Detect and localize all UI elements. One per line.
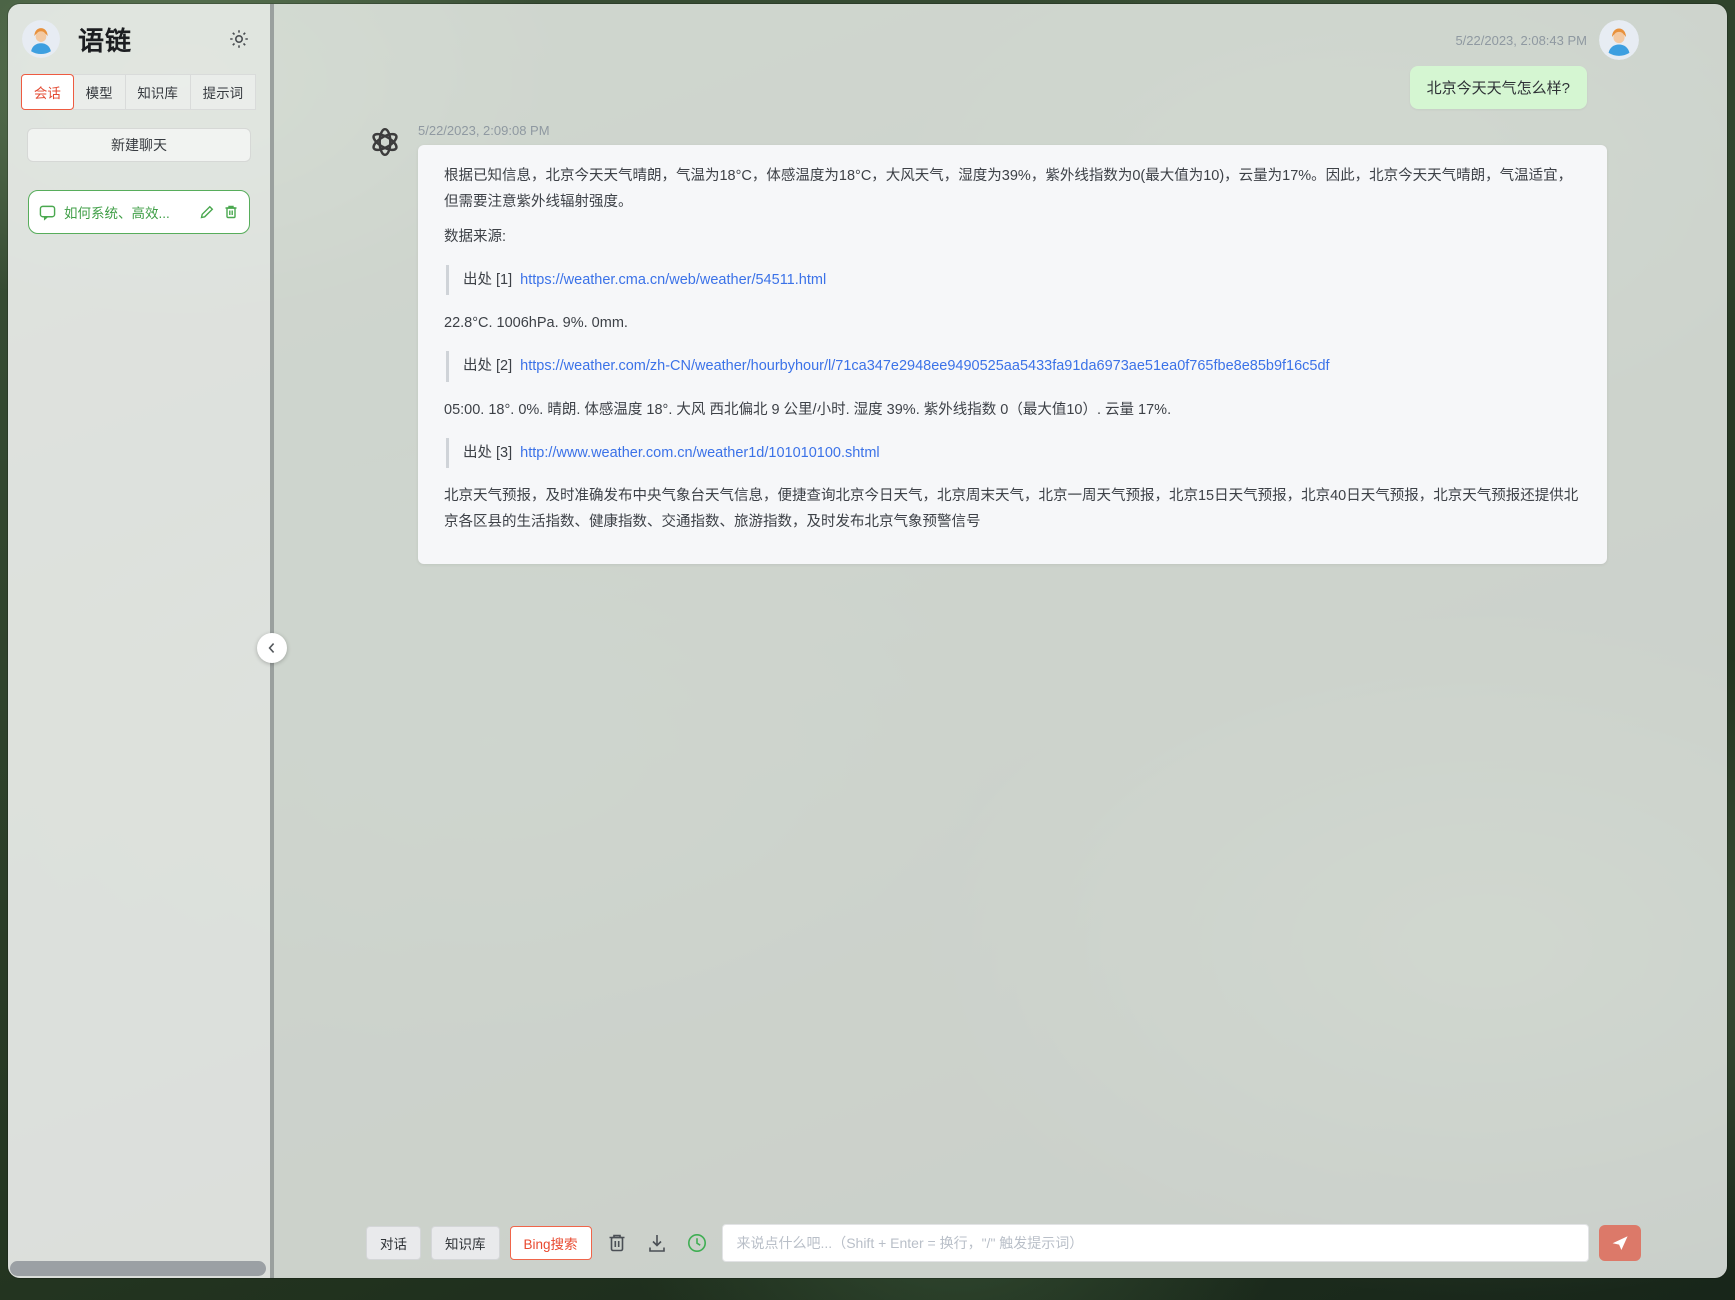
mode-button-bing-search[interactable]: Bing搜索 — [509, 1226, 592, 1260]
send-button[interactable] — [1599, 1225, 1641, 1261]
user-message-row: 5/22/2023, 2:08:43 PM 北京今天天气怎么样? — [274, 4, 1727, 109]
tab-models[interactable]: 模型 — [72, 74, 126, 110]
citation-1: 出处 [1] https://weather.cma.cn/web/weathe… — [446, 265, 1581, 296]
sidebar-collapse-button[interactable] — [257, 633, 287, 663]
delete-trash-icon[interactable] — [223, 204, 239, 220]
citation-2: 出处 [2] https://weather.com/zh-CN/weather… — [446, 351, 1581, 382]
citation-link[interactable]: http://www.weather.com.cn/weather1d/1010… — [520, 440, 879, 466]
composer-bar: 对话 知识库 Bing搜索 — [274, 1224, 1727, 1278]
conversation-list-item[interactable]: 如何系统、高效... — [28, 190, 250, 234]
assistant-message-row: 5/22/2023, 2:09:08 PM 根据已知信息，北京今天天气晴朗，气温… — [274, 109, 1727, 564]
tab-conversations[interactable]: 会话 — [21, 74, 74, 110]
assistant-message-timestamp: 5/22/2023, 2:09:08 PM — [418, 123, 550, 138]
citation-excerpt: 05:00. 18°. 0%. 晴朗. 体感温度 18°. 大风 西北偏北 9 … — [444, 401, 1172, 418]
new-chat-button[interactable]: 新建聊天 — [27, 128, 251, 162]
download-export-icon[interactable] — [646, 1232, 668, 1254]
tab-prompts[interactable]: 提示词 — [189, 74, 256, 110]
app-title: 语链 — [78, 25, 133, 56]
assistant-message-card: 根据已知信息，北京今天天气晴朗，气温为18°C，体感温度为18°C，大风天气，湿… — [418, 145, 1607, 564]
conversation-title: 如何系统、高效... — [64, 206, 170, 221]
citation-label: 出处 [1] — [463, 272, 513, 289]
sidebar: 语链 会话 模型 知识库 提示词 新建聊天 如何系统、高效... — [8, 4, 270, 1278]
chat-bubble-icon — [39, 204, 56, 221]
clear-trash-icon[interactable] — [606, 1232, 628, 1254]
message-input[interactable] — [721, 1224, 1589, 1262]
citation-link[interactable]: https://weather.com/zh-CN/weather/hourby… — [520, 353, 1329, 379]
sources-heading: 数据来源: — [444, 229, 507, 246]
citation-label: 出处 [3] — [463, 444, 513, 461]
assistant-paragraph: 根据已知信息，北京今天天气晴朗，气温为18°C，体感温度为18°C，大风天气，湿… — [444, 168, 1573, 211]
user-avatar — [1599, 20, 1639, 60]
citation-label: 出处 [2] — [463, 358, 513, 375]
sidebar-header: 语链 — [22, 20, 256, 58]
chat-main: 5/22/2023, 2:08:43 PM 北京今天天气怎么样? 5/22/20… — [274, 4, 1727, 1278]
mode-button-knowledge-base[interactable]: 知识库 — [431, 1226, 500, 1260]
settings-gear-icon[interactable] — [228, 28, 250, 50]
user-avatar — [22, 20, 60, 58]
citation-link[interactable]: https://weather.cma.cn/web/weather/54511… — [520, 267, 826, 293]
user-message-bubble: 北京今天天气怎么样? — [1409, 66, 1587, 109]
openai-logo-icon — [366, 123, 404, 161]
chat-message-area: 5/22/2023, 2:08:43 PM 北京今天天气怎么样? 5/22/20… — [274, 4, 1727, 1224]
citation-3: 出处 [3] http://www.weather.com.cn/weather… — [446, 437, 1581, 468]
mode-button-chat[interactable]: 对话 — [366, 1226, 421, 1260]
citation-excerpt: 22.8°C. 1006hPa. 9%. 0mm. — [444, 315, 628, 332]
history-clock-icon[interactable] — [686, 1232, 708, 1254]
edit-pencil-icon[interactable] — [199, 204, 215, 220]
tab-knowledge-base[interactable]: 知识库 — [124, 74, 191, 110]
chevron-left-icon — [268, 643, 275, 653]
sidebar-scrollbar-thumb[interactable] — [10, 1261, 266, 1276]
app-window: 语链 会话 模型 知识库 提示词 新建聊天 如何系统、高效... 5/22/20… — [8, 4, 1727, 1278]
sidebar-tabs: 会话 模型 知识库 提示词 — [21, 74, 256, 110]
sidebar-divider — [257, 4, 287, 1278]
paper-plane-icon — [1612, 1236, 1628, 1250]
user-message-timestamp: 5/22/2023, 2:08:43 PM — [1455, 32, 1587, 48]
citation-excerpt: 北京天气预报，及时准确发布中央气象台天气信息，便捷查询北京今日天气，北京周末天气… — [444, 487, 1579, 530]
